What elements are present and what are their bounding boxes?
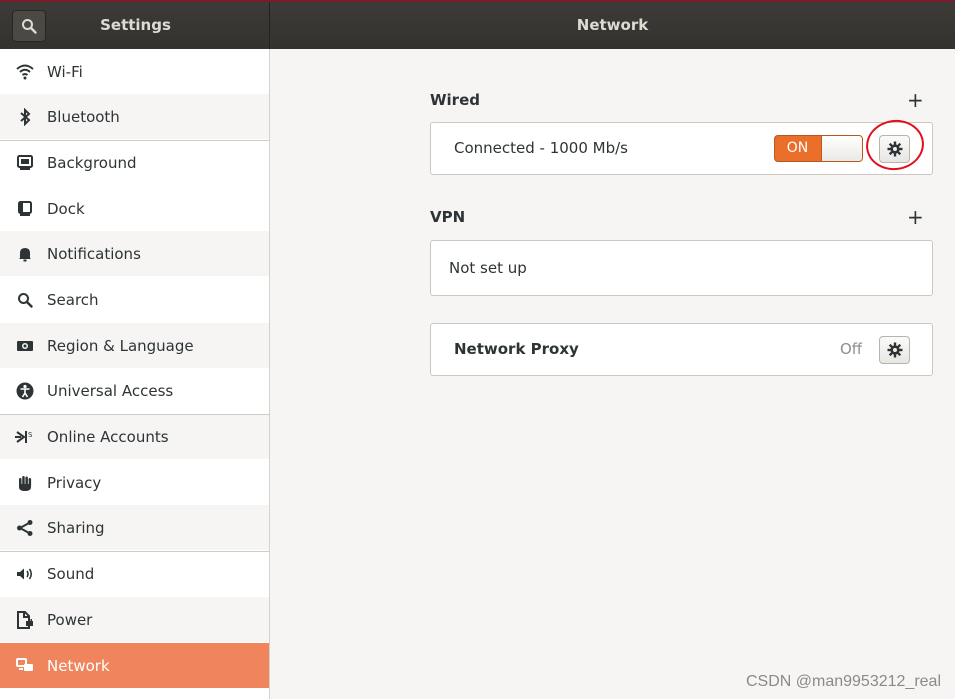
dock-icon xyxy=(15,199,35,219)
power-icon xyxy=(15,610,35,630)
speaker-icon xyxy=(15,564,35,584)
sidebar-item-label: Sharing xyxy=(47,518,105,537)
sidebar-item-online-accounts[interactable]: S Online Accounts xyxy=(0,414,269,459)
sidebar-item-wifi[interactable]: Wi-Fi xyxy=(0,49,269,94)
hand-icon xyxy=(15,473,35,493)
search-icon xyxy=(15,290,35,310)
sidebar-item-background[interactable]: Background xyxy=(0,140,269,185)
watermark: CSDN @man9953212_real xyxy=(745,673,941,690)
page-title: Network xyxy=(576,16,649,34)
sidebar: Wi-Fi Bluetooth Background Dock Notifica… xyxy=(0,49,270,699)
header-left: Settings xyxy=(0,2,270,49)
wired-connection-row: Connected - 1000 Mb/s ON xyxy=(430,122,933,175)
wifi-icon xyxy=(15,62,35,82)
proxy-settings-button[interactable] xyxy=(879,336,910,364)
search-button[interactable] xyxy=(12,10,46,42)
sidebar-item-label: Bluetooth xyxy=(47,107,120,126)
sidebar-item-search[interactable]: Search xyxy=(0,277,269,322)
vpn-row: Not set up xyxy=(430,240,933,296)
online-accounts-icon: S xyxy=(15,427,35,447)
search-icon xyxy=(22,19,37,34)
sidebar-item-sound[interactable]: Sound xyxy=(0,551,269,596)
network-proxy-label: Network Proxy xyxy=(454,340,579,358)
sidebar-item-region-language[interactable]: Region & Language xyxy=(0,323,269,368)
sidebar-item-label: Network xyxy=(47,656,110,675)
wired-section-title: Wired xyxy=(430,91,480,109)
flag-icon xyxy=(15,336,35,356)
accessibility-icon xyxy=(15,381,35,401)
sidebar-item-notifications[interactable]: Notifications xyxy=(0,231,269,276)
sidebar-item-label: Universal Access xyxy=(47,381,174,400)
sidebar-item-universal-access[interactable]: Universal Access xyxy=(0,368,269,413)
sidebar-item-label: Sound xyxy=(47,565,95,583)
toggle-knob xyxy=(821,136,862,161)
sidebar-item-power[interactable]: Power xyxy=(0,597,269,642)
gear-icon xyxy=(887,342,902,358)
network-proxy-row[interactable]: Network Proxy Off xyxy=(430,323,933,376)
sidebar-item-label: Search xyxy=(47,290,99,309)
bluetooth-icon xyxy=(15,107,35,127)
sidebar-item-label: Background xyxy=(47,154,137,172)
network-proxy-state: Off xyxy=(840,340,863,358)
header-bar: Settings Network xyxy=(0,0,955,49)
sidebar-item-label: Region & Language xyxy=(47,336,194,355)
sidebar-item-sharing[interactable]: Sharing xyxy=(0,505,269,550)
sidebar-item-network[interactable]: Network xyxy=(0,643,269,688)
add-wired-button[interactable]: + xyxy=(907,90,924,110)
settings-title: Settings xyxy=(100,16,171,34)
add-vpn-button[interactable]: + xyxy=(907,207,924,227)
sidebar-item-label: Wi-Fi xyxy=(47,62,83,81)
bell-icon xyxy=(15,244,35,264)
share-icon xyxy=(15,518,35,538)
sidebar-item-bluetooth[interactable]: Bluetooth xyxy=(0,94,269,139)
sidebar-item-label: Power xyxy=(47,610,93,629)
sidebar-item-label: Privacy xyxy=(47,473,102,492)
sidebar-item-label: Dock xyxy=(47,199,85,218)
svg-text:S: S xyxy=(28,431,33,439)
background-icon xyxy=(15,153,35,173)
sidebar-item-label: Online Accounts xyxy=(47,428,169,446)
wired-status: Connected - 1000 Mb/s xyxy=(454,139,628,157)
vpn-status: Not set up xyxy=(449,259,527,277)
sidebar-item-privacy[interactable]: Privacy xyxy=(0,460,269,505)
vpn-section-title: VPN xyxy=(430,208,466,226)
toggle-on-label: ON xyxy=(786,140,809,156)
sidebar-item-dock[interactable]: Dock xyxy=(0,186,269,231)
sidebar-item-label: Notifications xyxy=(47,244,141,263)
wired-toggle[interactable]: ON xyxy=(774,135,863,162)
network-icon xyxy=(15,656,35,676)
